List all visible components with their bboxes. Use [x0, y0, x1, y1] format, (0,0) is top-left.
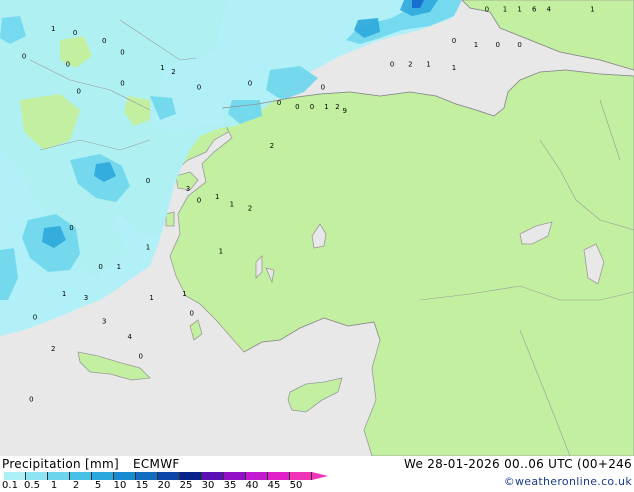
precip-value-label: 0	[321, 84, 325, 92]
scale-cell	[290, 472, 312, 480]
precip-value-label: 1	[51, 25, 55, 33]
product-label: Precipitation [mm]	[2, 457, 119, 471]
legend-footer: Precipitation [mm] ECMWF We 28-01-2026 0…	[0, 456, 634, 492]
precip-value-label: 3	[186, 185, 190, 193]
scale-tick-label: 30	[201, 480, 215, 491]
scale-tick-label: 40	[245, 480, 259, 491]
precip-value-label: 4	[128, 333, 133, 341]
precip-value-label: 1	[117, 263, 121, 271]
land-chios	[165, 211, 175, 227]
precipitation-map: 1 000001 200 0 00 0 0 1 2 92030 1 201 103 10 340200 1 1 6…	[0, 0, 634, 456]
precip-value-label: 9	[343, 107, 347, 115]
precip-value-label: 4	[547, 6, 552, 14]
precip-value-label: 1	[62, 290, 66, 298]
precip-value-label: 2	[335, 103, 339, 111]
scale-cell	[92, 472, 114, 480]
precip-value-label: 3	[84, 294, 88, 302]
precip-value-label: 0	[496, 41, 500, 49]
precip-value-label: 0	[190, 310, 194, 318]
scale-tick-label: 5	[94, 480, 102, 491]
precip-value-label: 0	[277, 99, 281, 107]
precip-value-label: 0	[98, 263, 102, 271]
precip-value-label: 0	[310, 103, 314, 111]
scale-tick-label: 10	[113, 480, 127, 491]
precip-value-label: 0	[139, 353, 143, 361]
scale-cell	[114, 472, 136, 480]
precip-value-label: 0	[295, 103, 299, 111]
precip-value-label: 0	[102, 37, 106, 45]
scale-cell	[180, 472, 202, 480]
scale-tick-label: 50	[289, 480, 303, 491]
precip-value-label: 1	[324, 103, 328, 111]
precip-value-label: 6	[532, 6, 537, 14]
scale-tick-label: 0.1	[2, 480, 18, 491]
model-label: ECMWF	[133, 457, 180, 471]
scale-tick-label: 0.5	[24, 480, 40, 491]
precip-value-label: 0	[33, 314, 37, 322]
precip-value-label: 0	[197, 197, 201, 205]
scale-tick-label: 20	[157, 480, 171, 491]
precip-value-label: 1	[517, 6, 521, 14]
precip-value-label: 2	[270, 142, 274, 150]
precip-value-label: 1	[503, 6, 507, 14]
scale-cell	[224, 472, 246, 480]
scale-cell	[158, 472, 180, 480]
precip-value-label: 2	[408, 60, 412, 68]
color-scale-labels: 0.1 0.5 1 2 5 10 15 20 25 30 35 40 45 50	[0, 480, 340, 492]
precip-value-label: 3	[102, 318, 106, 326]
scale-cell	[202, 472, 224, 480]
credit-link[interactable]: ©weatheronline.co.uk	[504, 475, 632, 488]
scale-tick-label: 25	[179, 480, 193, 491]
precip-value-label: 2	[248, 205, 252, 213]
scale-arrow-icon	[312, 472, 328, 480]
scale-tick-label: 1	[50, 480, 58, 491]
precip-value-label: 1	[452, 64, 456, 72]
scale-tick-label: 35	[223, 480, 237, 491]
scale-tick-label: 15	[135, 480, 149, 491]
precip-value-label: 1	[149, 294, 153, 302]
precip-value-label: 2	[171, 68, 175, 76]
precip-value-label: 0	[66, 60, 70, 68]
precip-value-label: 1	[590, 6, 594, 14]
precip-value-label: 1	[474, 41, 478, 49]
scale-cell	[268, 472, 290, 480]
precip-value-label: 0	[29, 395, 33, 403]
scale-tick-label: 45	[267, 480, 281, 491]
color-scale-bar	[4, 472, 312, 480]
precip-value-label: 0	[248, 80, 252, 88]
scale-cell	[246, 472, 268, 480]
precip-value-label: 1	[160, 64, 164, 72]
precip-value-label: 0	[452, 37, 456, 45]
scale-cell	[48, 472, 70, 480]
precip-value-label: 0	[120, 49, 124, 57]
precip-value-label: 0	[197, 84, 201, 92]
precip-value-label: 0	[146, 177, 150, 185]
precip-value-label: 0	[77, 88, 81, 96]
precip-value-label: 1	[219, 247, 223, 255]
precip-value-label: 0	[120, 80, 124, 88]
precip-value-label: 1	[146, 243, 150, 251]
precip-value-label: 0	[69, 224, 73, 232]
precip-value-label: 0	[517, 41, 521, 49]
precip-value-label: 0	[485, 6, 489, 14]
valid-time-label: We 28-01-2026 00..06 UTC (00+246	[403, 457, 632, 471]
scale-cell	[136, 472, 158, 480]
map-area[interactable]: 1000001200000001292030120110310340200116…	[0, 0, 634, 456]
precip-value-label: 1	[426, 60, 430, 68]
precip-value-label: 2	[51, 345, 55, 353]
precip-value-label: 1	[215, 193, 219, 201]
precip-value-label: 1	[182, 290, 186, 298]
precip-value-label: 0	[390, 60, 394, 68]
scale-cell	[26, 472, 48, 480]
scale-cell	[70, 472, 92, 480]
precip-value-label: 0	[22, 53, 26, 61]
scale-tick-label: 2	[72, 480, 80, 491]
precip-value-label: 0	[73, 29, 77, 37]
precip-value-label: 1	[230, 201, 234, 209]
scale-cell	[4, 472, 26, 480]
